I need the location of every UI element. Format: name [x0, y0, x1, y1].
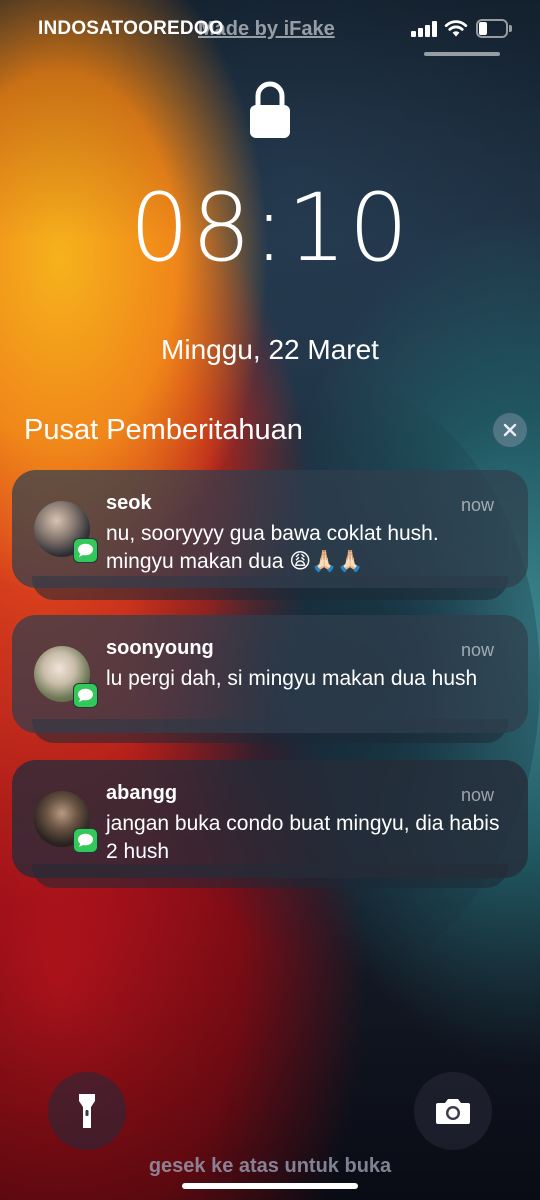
status-bar: INDOSATOOREDOO Made by iFake [0, 0, 540, 60]
battery-fill [479, 22, 487, 35]
watermark-text: Made by iFake [198, 18, 335, 40]
lock-icon [250, 81, 290, 138]
carrier-name: INDOSATOOREDOO [38, 18, 224, 39]
notification-group[interactable]: abangg now jangan buka condo buat mingyu… [12, 760, 528, 890]
notification-group[interactable]: soonyoung now lu pergi dah, si mingyu ma… [12, 615, 528, 745]
lock-screen-date: Minggu, 22 Maret [161, 334, 379, 365]
notification-center-title: Pusat Pemberitahuan [24, 414, 303, 446]
camera-button[interactable] [414, 1072, 492, 1150]
clear-notifications-button[interactable] [493, 413, 527, 447]
notification-message: nu, sooryyyy gua bawa coklat hush. mingy… [106, 522, 439, 573]
home-indicator[interactable] [182, 1183, 358, 1189]
messages-icon [78, 833, 93, 847]
control-center-indicator[interactable] [424, 52, 500, 56]
swipe-up-hint: gesek ke atas untuk buka [148, 1155, 392, 1177]
flashlight-button[interactable] [48, 1072, 126, 1150]
notification-card[interactable]: soonyoung now lu pergi dah, si mingyu ma… [12, 615, 528, 733]
notification-sender: seok [106, 492, 152, 514]
messages-app-badge [73, 828, 98, 853]
notification-card[interactable]: abangg now jangan buka condo buat mingyu… [12, 760, 528, 878]
camera-icon [436, 1099, 470, 1124]
messages-icon [78, 543, 93, 557]
lock-screen-clock: 08:10 [129, 174, 411, 283]
notification-time: now [460, 495, 494, 515]
flashlight-icon [79, 1094, 95, 1128]
messages-app-badge [73, 538, 98, 563]
messages-icon [78, 688, 93, 702]
wifi-icon [444, 20, 468, 37]
notification-sender: abangg [106, 782, 178, 804]
notification-card[interactable]: seok now nu, sooryyyy gua bawa coklat hu… [12, 470, 528, 588]
battery-icon [476, 19, 512, 38]
notification-group[interactable]: seok now nu, sooryyyy gua bawa coklat hu… [12, 470, 528, 604]
notification-time: now [460, 785, 494, 805]
notification-time: now [460, 640, 494, 660]
notification-message: lu pergi dah, si mingyu makan dua hush [106, 667, 478, 690]
cellular-signal-icon [411, 21, 437, 37]
messages-app-badge [73, 683, 98, 708]
notification-sender: soonyoung [106, 637, 214, 659]
notification-message: jangan buka condo buat mingyu, dia habis… [106, 812, 500, 863]
close-icon [503, 423, 517, 437]
